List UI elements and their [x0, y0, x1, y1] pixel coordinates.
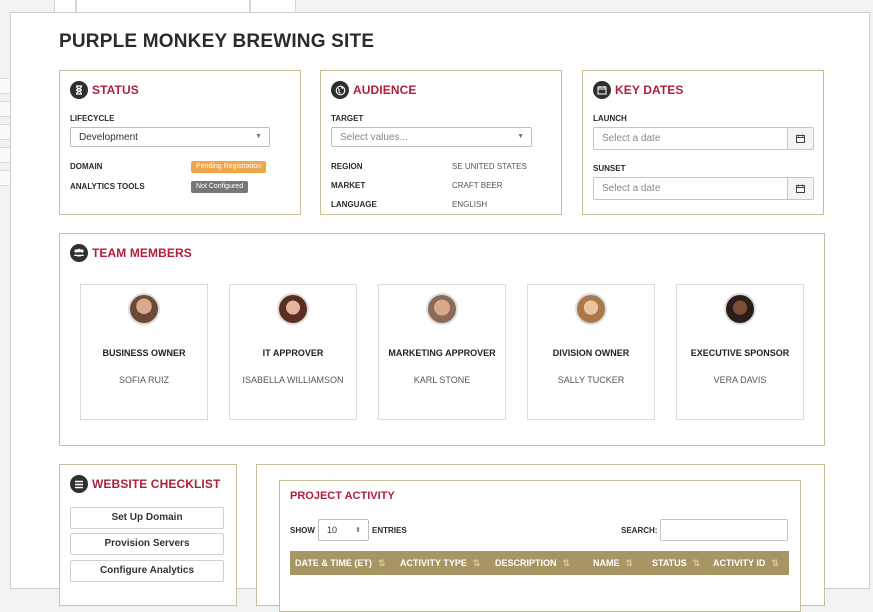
member-name: VERA DAVIS	[713, 375, 767, 385]
avatar	[575, 293, 607, 325]
project-activity-title: PROJECT ACTIVITY	[290, 490, 395, 502]
analytics-label: ANALYTICS TOOLS	[70, 182, 145, 191]
column-header-status[interactable]: STATUS ⇅	[652, 551, 700, 575]
sort-icon: ⇅	[562, 558, 571, 568]
lifecycle-value: Development	[79, 131, 138, 143]
team-member-card[interactable]: EXECUTIVE SPONSOR VERA DAVIS	[676, 284, 804, 420]
member-name: KARL STONE	[413, 375, 471, 385]
audience-title: AUDIENCE	[353, 83, 417, 97]
search-input[interactable]	[660, 519, 788, 541]
lifecycle-select[interactable]: Development ▼	[70, 127, 270, 147]
entries-select[interactable]: 10 ⬍	[318, 519, 369, 541]
target-label: TARGET	[331, 114, 364, 123]
market-value: CRAFT BEER	[452, 181, 503, 190]
member-name: SALLY TUCKER	[557, 375, 625, 385]
team-title: TEAM MEMBERS	[92, 246, 192, 260]
column-header-description[interactable]: DESCRIPTION ⇅	[495, 551, 570, 575]
entries-label: ENTRIES	[372, 526, 407, 535]
domain-status-badge: Pending Registration	[191, 161, 266, 173]
avatar	[426, 293, 458, 325]
member-role: DIVISION OWNER	[552, 348, 630, 358]
language-label: LANGUAGE	[331, 200, 377, 209]
member-name: ISABELLA WILLIAMSON	[242, 375, 344, 385]
language-value: ENGLISH	[452, 200, 488, 209]
member-role: BUSINESS OWNER	[102, 348, 186, 358]
analytics-status-badge: Not Configured	[191, 181, 249, 193]
sunset-label: SUNSET	[593, 164, 626, 173]
region-label: REGION	[331, 162, 363, 171]
sunset-date-input[interactable]: Select a date	[593, 177, 814, 200]
stepper-icon: ⬍	[355, 527, 361, 534]
sort-icon: ⇅	[472, 558, 481, 568]
activity-outer-panel: PROJECT ACTIVITY SHOW 10 ⬍ ENTRIES SEARC…	[256, 464, 825, 612]
launch-date-input[interactable]: Select a date	[593, 127, 814, 150]
launch-label: LAUNCH	[593, 114, 627, 123]
calendar-button-icon[interactable]	[787, 178, 813, 199]
checklist-header: WEBSITE CHECKLIST	[70, 474, 220, 494]
column-header-name[interactable]: NAME ⇅	[593, 551, 633, 575]
sort-icon: ⇅	[377, 558, 386, 568]
avatar	[128, 293, 160, 325]
calendar-icon	[593, 81, 611, 99]
website-checklist-panel: WEBSITE CHECKLIST Set Up Domain Provisio…	[59, 464, 237, 606]
member-name: SOFIA RUIZ	[118, 375, 169, 385]
target-placeholder: Select values...	[340, 131, 408, 143]
market-label: MARKET	[331, 181, 366, 190]
calendar-button-icon[interactable]	[787, 128, 813, 149]
avatar	[724, 293, 756, 325]
team-icon	[70, 244, 88, 262]
search-label: SEARCH:	[621, 526, 658, 535]
key-dates-header: KEY DATES	[593, 80, 683, 100]
sunset-date-placeholder: Select a date	[602, 183, 661, 194]
chevron-down-icon: ▼	[255, 133, 262, 140]
globe-icon	[331, 81, 349, 99]
member-role: MARKETING APPROVER	[388, 348, 496, 358]
team-members-panel: TEAM MEMBERS BUSINESS OWNER SOFIA RUIZ I…	[59, 233, 825, 446]
lifecycle-label: LIFECYCLE	[70, 114, 115, 123]
configure-analytics-button[interactable]: Configure Analytics	[70, 560, 224, 582]
launch-date-placeholder: Select a date	[602, 133, 661, 144]
member-role: IT APPROVER	[262, 348, 324, 358]
project-activity-panel: PROJECT ACTIVITY SHOW 10 ⬍ ENTRIES SEARC…	[279, 480, 801, 612]
chevron-down-icon: ▼	[517, 133, 524, 140]
page-title: PURPLE MONKEY BREWING SITE	[59, 31, 375, 52]
audience-header: AUDIENCE	[331, 80, 416, 100]
provision-servers-button[interactable]: Provision Servers	[70, 533, 224, 555]
domain-label: DOMAIN	[70, 162, 103, 171]
sort-icon: ⇅	[625, 558, 634, 568]
list-icon	[70, 475, 88, 493]
member-role: EXECUTIVE SPONSOR	[690, 348, 790, 358]
key-dates-title: KEY DATES	[615, 83, 684, 97]
sort-icon: ⇅	[771, 558, 779, 568]
show-label: SHOW	[290, 526, 315, 535]
checklist-title: WEBSITE CHECKLIST	[92, 477, 221, 491]
status-header: STATUS	[70, 80, 139, 100]
team-member-card[interactable]: DIVISION OWNER SALLY TUCKER	[527, 284, 655, 420]
site-detail-panel: PURPLE MONKEY BREWING SITE STATUS LIFECY…	[10, 12, 870, 612]
column-header-date[interactable]: DATE & TIME (ET) ⇅	[295, 551, 385, 575]
column-header-activity-id[interactable]: ACTIVITY ID ⇅	[713, 551, 779, 575]
status-panel: STATUS LIFECYCLE Development ▼ DOMAIN Pe…	[59, 70, 301, 215]
team-header: TEAM MEMBERS	[70, 243, 192, 263]
team-member-card[interactable]: MARKETING APPROVER KARL STONE	[378, 284, 506, 420]
team-member-card[interactable]: BUSINESS OWNER SOFIA RUIZ	[80, 284, 208, 420]
column-header-activity-type[interactable]: ACTIVITY TYPE ⇅	[400, 551, 480, 575]
status-title: STATUS	[92, 83, 139, 97]
hourglass-icon	[70, 81, 88, 99]
audience-panel: AUDIENCE TARGET Select values... ▼ REGIO…	[320, 70, 562, 215]
region-value: SE UNITED STATES	[452, 162, 527, 171]
target-select[interactable]: Select values... ▼	[331, 127, 532, 147]
set-up-domain-button[interactable]: Set Up Domain	[70, 507, 224, 529]
sort-icon: ⇅	[692, 558, 701, 568]
key-dates-panel: KEY DATES LAUNCH Select a date SUNSET Se…	[582, 70, 824, 215]
avatar	[277, 293, 309, 325]
team-member-card[interactable]: IT APPROVER ISABELLA WILLIAMSON	[229, 284, 357, 420]
activity-table-header: DATE & TIME (ET) ⇅ ACTIVITY TYPE ⇅ DESCRIP…	[290, 551, 789, 575]
entries-value: 10	[327, 525, 338, 535]
